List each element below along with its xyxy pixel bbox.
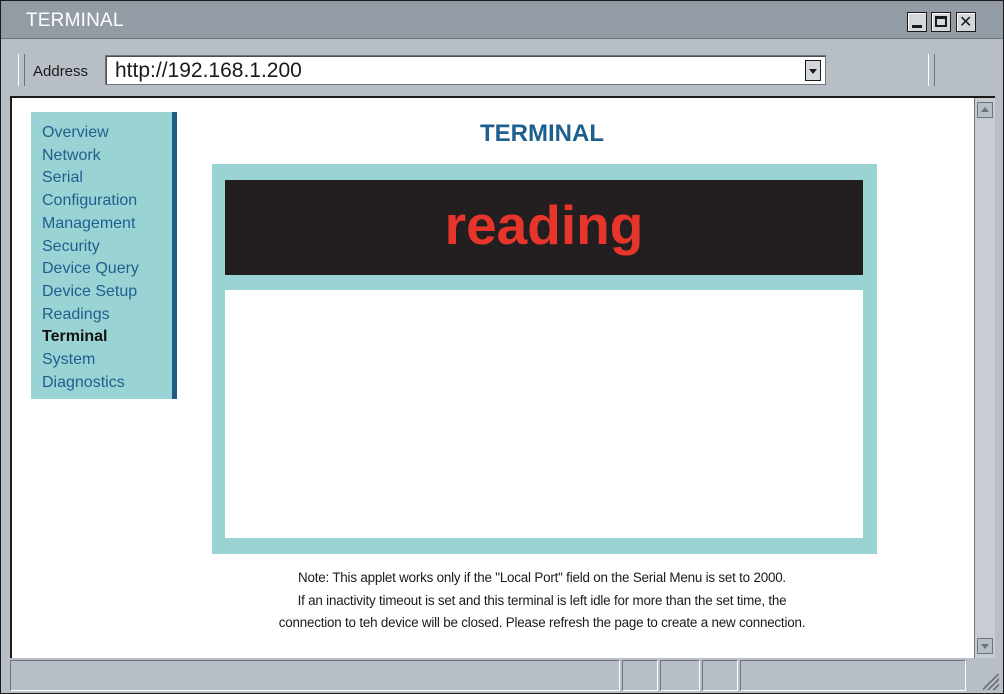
- close-icon: ✕: [959, 12, 973, 31]
- vertical-scrollbar[interactable]: [974, 98, 995, 658]
- scroll-down-button[interactable]: [977, 638, 993, 654]
- scroll-down-icon: [981, 644, 989, 649]
- status-zone-cell: [740, 660, 966, 691]
- title-bar: TERMINAL ✕: [1, 1, 1003, 39]
- status-text-cell: [10, 660, 620, 691]
- status-cell: [660, 660, 700, 691]
- status-bar: [1, 658, 1003, 693]
- note-line: Note: This applet works only if the "Loc…: [298, 570, 786, 585]
- resize-grip-icon[interactable]: [983, 674, 999, 690]
- status-cell: [702, 660, 738, 691]
- terminal-status-banner: reading: [225, 180, 863, 275]
- scroll-up-button[interactable]: [977, 102, 993, 118]
- applet-note: Note: This applet works only if the "Loc…: [182, 567, 902, 635]
- note-line: connection to teh device will be closed.…: [278, 615, 806, 630]
- sidebar-item-device-query[interactable]: Device Query: [42, 258, 172, 281]
- terminal-screen[interactable]: [225, 290, 863, 538]
- toolbar-grip[interactable]: [928, 54, 935, 86]
- browser-window: TERMINAL ✕ Address http://192.168.1.200 …: [0, 0, 1004, 694]
- chevron-down-icon: [809, 69, 817, 74]
- maximize-button[interactable]: [931, 12, 951, 32]
- sidebar-item-device-setup[interactable]: Device Setup: [42, 281, 172, 304]
- minimize-button[interactable]: [907, 12, 927, 32]
- window-title: TERMINAL: [26, 10, 124, 31]
- close-button[interactable]: ✕: [956, 12, 976, 32]
- address-label: Address: [33, 63, 89, 80]
- scroll-up-icon: [981, 107, 989, 112]
- maximize-icon: [935, 16, 947, 27]
- sidebar-item-security[interactable]: Security: [42, 236, 172, 259]
- sidebar-item-configuration[interactable]: Configuration: [42, 190, 172, 213]
- toolbar-grip[interactable]: [18, 54, 25, 86]
- sidebar-item-terminal[interactable]: Terminal: [42, 326, 172, 349]
- terminal-status-text: reading: [444, 194, 644, 256]
- address-input[interactable]: http://192.168.1.200: [105, 55, 826, 85]
- sidebar-item-system[interactable]: System: [42, 349, 172, 372]
- address-dropdown-button[interactable]: [805, 60, 821, 81]
- note-line: If an inactivity timeout is set and this…: [297, 592, 787, 608]
- address-url[interactable]: http://192.168.1.200: [115, 59, 302, 83]
- sidebar-nav: Overview Network Serial Configuration Ma…: [31, 112, 177, 399]
- sidebar-item-serial[interactable]: Serial: [42, 167, 172, 190]
- minimize-icon: [912, 25, 922, 28]
- page-title: TERMINAL: [480, 120, 604, 147]
- address-bar: Address http://192.168.1.200: [1, 40, 1003, 96]
- terminal-panel: reading: [212, 164, 877, 554]
- sidebar-item-diagnostics[interactable]: Diagnostics: [42, 372, 172, 395]
- sidebar-item-readings[interactable]: Readings: [42, 304, 172, 327]
- page-viewport: Overview Network Serial Configuration Ma…: [10, 96, 995, 658]
- sidebar-item-management[interactable]: Management: [42, 213, 172, 236]
- sidebar-item-network[interactable]: Network: [42, 145, 172, 168]
- status-cell: [622, 660, 658, 691]
- sidebar-item-overview[interactable]: Overview: [42, 122, 172, 145]
